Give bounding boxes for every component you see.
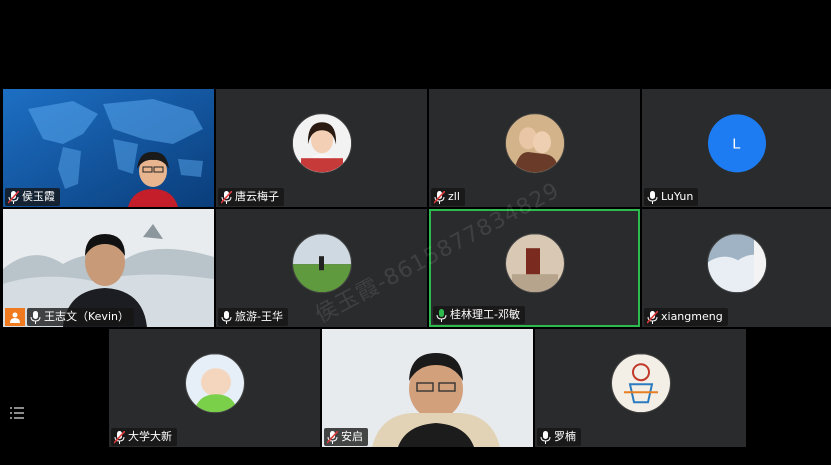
participant-name-tag: 桂林理工-邓敏	[433, 306, 525, 324]
participant-initial: L	[732, 134, 741, 152]
mic-muted-icon	[221, 190, 232, 204]
mic-muted-icon	[114, 430, 125, 444]
participant-avatar	[504, 113, 565, 174]
video-tile-anqi[interactable]: 安启	[322, 329, 533, 447]
participant-name: 侯玉霞	[22, 190, 55, 203]
video-tile-houyuxia[interactable]: 侯玉霞	[3, 89, 214, 207]
video-tile-lvyou-wanghua[interactable]: 旅游-王华	[216, 209, 427, 327]
participant-name: 安启	[341, 430, 363, 443]
participant-name: 大学大新	[128, 430, 172, 443]
mic-muted-icon	[434, 190, 445, 204]
participant-name: zll	[448, 190, 460, 203]
participant-avatar	[610, 353, 671, 414]
mic-muted-icon	[8, 190, 19, 204]
video-tile-zll[interactable]: zll	[429, 89, 640, 207]
participant-name-tag: 侯玉霞	[5, 188, 60, 206]
participant-name: 罗楠	[554, 430, 576, 443]
participant-avatar	[291, 233, 352, 294]
participant-name: xiangmeng	[661, 310, 723, 323]
participant-avatar	[706, 233, 767, 294]
participant-person-image	[128, 151, 178, 207]
mic-icon	[540, 430, 551, 444]
participant-avatar	[504, 233, 565, 294]
participant-initial-avatar: L	[707, 114, 766, 173]
mic-icon	[647, 190, 658, 204]
video-tile-guilin-dengmin[interactable]: 桂林理工-邓敏	[429, 209, 640, 327]
participant-name: 王志文（Kevin）	[44, 310, 129, 323]
video-tile-luonan[interactable]: 罗楠	[535, 329, 746, 447]
participant-avatar	[291, 113, 352, 174]
video-tile-tangyunmeizi[interactable]: 唐云梅子	[216, 89, 427, 207]
video-tile-daxuedaxin[interactable]: 大学大新	[109, 329, 320, 447]
participants-icon[interactable]	[5, 308, 25, 326]
menu-icon[interactable]	[8, 404, 26, 422]
participant-name: LuYun	[661, 190, 694, 203]
participant-name-tag: 罗楠	[537, 428, 581, 446]
participant-name-tag: zll	[431, 188, 465, 206]
mic-muted-icon	[327, 430, 338, 444]
participant-name: 唐云梅子	[235, 190, 279, 203]
participant-name-tag: 旅游-王华	[218, 308, 288, 326]
mic-icon	[221, 310, 232, 324]
participant-name-tag: 大学大新	[111, 428, 177, 446]
mic-muted-icon	[647, 310, 658, 324]
participant-name-tag: 安启	[324, 428, 368, 446]
participant-name-tag: 王志文（Kevin）	[27, 308, 134, 326]
mic-icon	[30, 310, 41, 324]
participant-name-tag: xiangmeng	[644, 308, 728, 326]
mic-speaking-icon	[436, 308, 447, 322]
video-tile-wangzhiwen[interactable]: 王志文（Kevin）	[3, 209, 214, 327]
participant-name: 桂林理工-邓敏	[450, 308, 520, 321]
participant-name-tag: 唐云梅子	[218, 188, 284, 206]
participant-name: 旅游-王华	[235, 310, 283, 323]
video-tile-xiangmeng[interactable]: xiangmeng	[642, 209, 831, 327]
video-tile-luyun[interactable]: L LuYun	[642, 89, 831, 207]
participant-name-tag: LuYun	[644, 188, 699, 206]
participant-avatar	[184, 353, 245, 414]
